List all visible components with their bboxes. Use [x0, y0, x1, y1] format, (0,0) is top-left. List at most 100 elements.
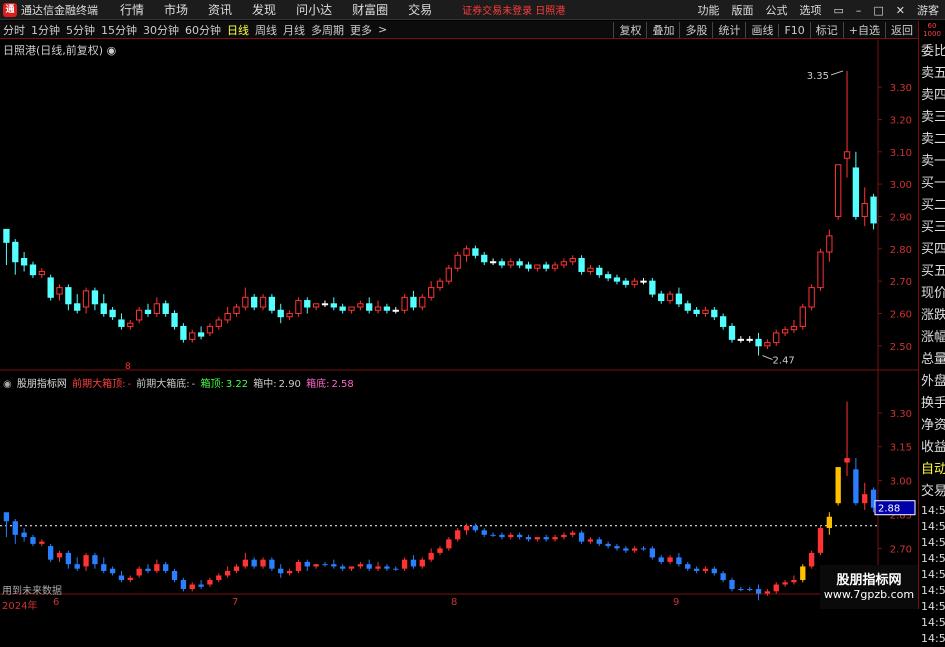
stock-period-label: 日照港(日线,前复权)	[3, 44, 104, 57]
indicator-bar	[808, 552, 815, 567]
indicator-bar	[525, 537, 532, 540]
indicator-bar	[331, 564, 337, 567]
indicator-bar	[278, 568, 284, 574]
sidebar-item[interactable]: 卖五	[919, 63, 945, 85]
sidebar-item[interactable]: 净资	[919, 415, 945, 437]
candle-body	[507, 261, 514, 266]
candle-body	[649, 280, 656, 295]
sidebar-item[interactable]: 换手	[919, 393, 945, 415]
sidebar-item[interactable]: 收益	[919, 437, 945, 459]
indicator-bar	[207, 580, 213, 585]
current-price-label: 2.88	[878, 504, 900, 515]
indicator-bar	[48, 546, 54, 560]
sidebar-item[interactable]: 卖三	[919, 107, 945, 129]
candle-body	[330, 303, 337, 308]
sidebar-item[interactable]: 总量	[919, 349, 945, 371]
sidebar-item[interactable]: 14:56	[919, 519, 945, 535]
kline-chart[interactable]: 3.35 2.47 8 3.30 3.20 3.10 3.00 2.90 2.80 2.70 2.…	[0, 0, 918, 609]
lower-ytick-label: 3.00	[890, 477, 912, 488]
lower-ytick-label: 3.30	[890, 409, 912, 420]
sidebar-item[interactable]: 外盘	[919, 371, 945, 393]
candle-body	[56, 287, 63, 295]
candle-body	[242, 296, 249, 308]
sidebar-item[interactable]: 卖四	[919, 85, 945, 107]
sidebar-top-number: 60 1000	[923, 22, 941, 38]
indicator-bar	[145, 568, 151, 571]
indicator-bar	[118, 575, 125, 580]
indicator-bar	[773, 584, 779, 592]
indicator-bar	[862, 494, 868, 504]
future-data-warning: 用到未来数据	[2, 586, 62, 597]
candle-body	[861, 203, 868, 217]
indicator-bar	[614, 546, 620, 549]
indicator-bar	[384, 566, 390, 569]
sidebar-item[interactable]: 14:56	[919, 535, 945, 551]
indicator-bar	[516, 534, 523, 538]
candle-body	[808, 287, 815, 308]
candle-body	[852, 167, 860, 217]
indicator-bar	[817, 528, 824, 553]
sidebar-item[interactable]: 现价	[919, 283, 945, 305]
lower-ytick-label: 3.15	[890, 443, 912, 454]
indicator-bar	[101, 564, 107, 571]
sidebar-item[interactable]: 14:56	[919, 615, 945, 631]
indicator-bar	[39, 541, 45, 544]
indicator-settings-icon[interactable]: ◉	[3, 379, 12, 390]
sidebar-item[interactable]: 委比	[919, 41, 945, 63]
candle-body	[392, 309, 399, 312]
sidebar-item[interactable]: 14:56	[919, 599, 945, 615]
candle-body	[640, 280, 647, 283]
sidebar-item[interactable]: 14:56	[919, 503, 945, 519]
candle-body	[826, 235, 833, 253]
candle-body	[569, 258, 576, 263]
candle-body	[666, 293, 674, 302]
sidebar-item[interactable]: 买四	[919, 239, 945, 261]
indicator-bar	[419, 559, 425, 567]
sidebar-item[interactable]: 买五	[919, 261, 945, 283]
candle-body	[295, 300, 302, 314]
candle-body	[427, 287, 435, 298]
candle-body	[321, 303, 329, 306]
indicator-name[interactable]: 股朋指标网	[17, 379, 67, 390]
settings-circle-icon[interactable]: ◉	[107, 44, 117, 57]
candle-body	[153, 303, 161, 314]
indicator-bar	[800, 566, 806, 580]
watermark-line1: 股朋指标网	[836, 573, 902, 588]
candle-body	[29, 264, 37, 276]
sidebar-item[interactable]: 14:56	[919, 551, 945, 567]
box-mid-value: 2.90	[278, 379, 301, 390]
sidebar-item[interactable]: 买三	[919, 217, 945, 239]
candle-body	[472, 248, 479, 256]
candle-body	[91, 290, 99, 305]
indicator-legend: ◉ 股朋指标网 前期大箱顶: - 前期大箱底: - 箱顶: 3.22 箱中: 2.90 …	[3, 379, 354, 390]
sidebar-item[interactable]: 14:56	[919, 567, 945, 583]
indicator-bar	[127, 577, 133, 580]
sidebar-item[interactable]: 自动	[919, 459, 945, 481]
prev-box-top-label: 前期大箱顶:	[72, 379, 126, 390]
candle-body	[489, 261, 497, 264]
xlabel-year: 2024年	[2, 601, 38, 612]
sidebar-item[interactable]: 卖二	[919, 129, 945, 151]
candle-body	[790, 325, 798, 331]
sidebar-item[interactable]: 14:56	[919, 631, 945, 647]
high-pointer	[830, 70, 844, 76]
sidebar-item[interactable]: 交易	[919, 481, 945, 503]
sidebar-item[interactable]: 14:56	[919, 583, 945, 599]
xlabel-jul: 7	[232, 597, 239, 608]
candle-body	[401, 296, 408, 311]
indicator-bar	[764, 591, 771, 594]
sidebar-item[interactable]: 买一	[919, 173, 945, 195]
sidebar-item[interactable]: 买二	[919, 195, 945, 217]
sidebar-item[interactable]: 涨幅	[919, 327, 945, 349]
candle-body	[259, 296, 267, 308]
sidebar-item[interactable]: 卖一	[919, 151, 945, 173]
indicator-bar	[623, 548, 629, 551]
sidebar-item[interactable]: 涨跌	[919, 305, 945, 327]
indicator-bar	[472, 525, 479, 531]
indicator-bar	[738, 589, 744, 591]
indicator-bar	[313, 564, 319, 567]
high-price-label: 3.35	[807, 71, 829, 82]
indicator-bar	[729, 580, 735, 590]
indicator-bar	[463, 525, 470, 531]
indicator-bar	[543, 537, 549, 540]
